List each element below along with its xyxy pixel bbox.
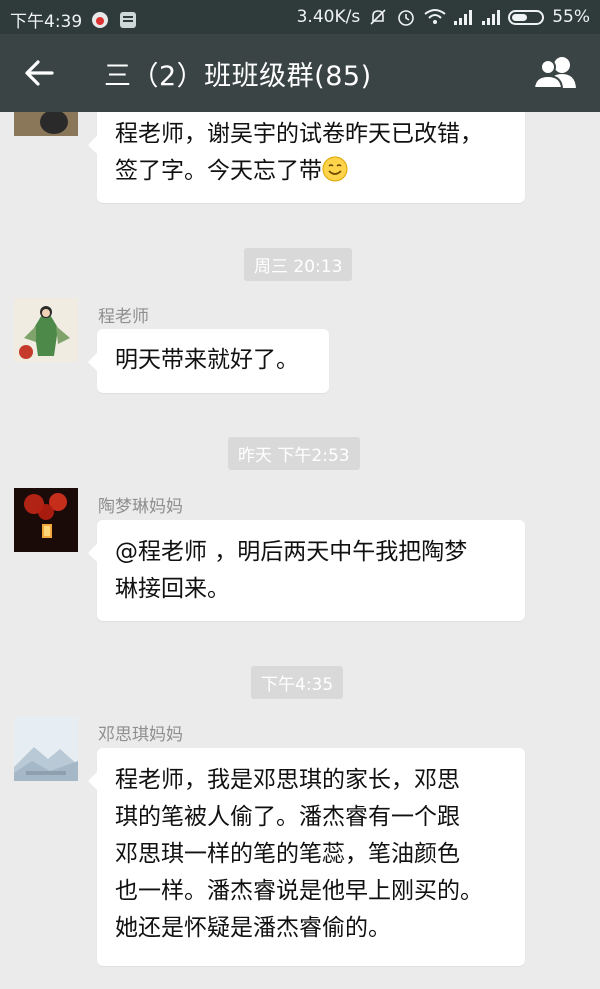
status-time: 下午4:39 (10, 12, 83, 32)
signal-icon-1 (452, 8, 473, 26)
avatar[interactable] (14, 112, 78, 136)
smile-emoji-icon (322, 156, 348, 194)
message-line: 程老师，谢吴宇的试卷昨天已改错， (115, 121, 483, 147)
timestamp: 周三 20:13 (244, 248, 353, 281)
message-bubble[interactable]: 程老师，谢吴宇的试卷昨天已改错， 签了字。今天忘了带 (88, 112, 525, 203)
message-line: @程老师 ，明后两天中午我把陶梦 (115, 539, 468, 565)
message-line: 邓思琪一样的笔的笔蕊，笔油颜色 (115, 841, 460, 867)
chat-header: 三（2）班班级群(85) (0, 34, 600, 112)
avatar[interactable] (14, 717, 78, 781)
avatar[interactable] (14, 298, 78, 362)
message-line: 程老师，我是邓思琪的家长，邓思 (115, 767, 460, 793)
group-members-button[interactable] (532, 54, 578, 92)
alarm-icon (396, 8, 416, 26)
chat-area[interactable]: 程老师，谢吴宇的试卷昨天已改错， 签了字。今天忘了带 周三 20:13 程老师 … (0, 112, 600, 989)
timestamp: 下午4:35 (251, 666, 344, 699)
message-notification-icon (118, 11, 138, 29)
sender-name: 邓思琪妈妈 (98, 725, 183, 745)
message-bubble[interactable]: 程老师，我是邓思琪的家长，邓思 琪的笔被人偷了。潘杰睿有一个跟 邓思琪一样的笔的… (88, 748, 525, 966)
back-arrow-icon[interactable] (22, 56, 56, 90)
signal-icon-2 (480, 8, 501, 26)
message-bubble[interactable]: @程老师 ，明后两天中午我把陶梦 琳接回来。 (88, 520, 525, 621)
message-line: 签了字。今天忘了带 (115, 158, 322, 184)
avatar[interactable] (14, 488, 78, 552)
message-line: 她还是怀疑是潘杰睿偷的。 (115, 915, 391, 941)
message-line: 明天带来就好了。 (115, 347, 299, 373)
message-line: 也一样。潘杰睿说是他早上刚买的。 (115, 878, 483, 904)
sender-name: 陶梦琳妈妈 (98, 497, 183, 517)
status-bar: 下午4:39 3.40K/s 55% (0, 0, 600, 34)
message-bubble[interactable]: 明天带来就好了。 (88, 329, 329, 393)
message-line: 琳接回来。 (115, 576, 230, 602)
battery-percent: 55% (552, 7, 590, 27)
timestamp: 昨天 下午2:53 (228, 437, 360, 470)
message-line: 琪的笔被人偷了。潘杰睿有一个跟 (115, 804, 460, 830)
battery-icon (508, 9, 545, 25)
wifi-icon (424, 8, 446, 26)
back-button[interactable] (22, 56, 56, 90)
group-members-icon[interactable] (532, 54, 578, 92)
mute-icon (368, 8, 388, 26)
chat-title: 三（2）班班级群(85) (104, 61, 372, 92)
network-speed: 3.40K/s (296, 7, 361, 27)
weibo-notification-icon (90, 11, 110, 29)
sender-name: 程老师 (98, 307, 149, 327)
